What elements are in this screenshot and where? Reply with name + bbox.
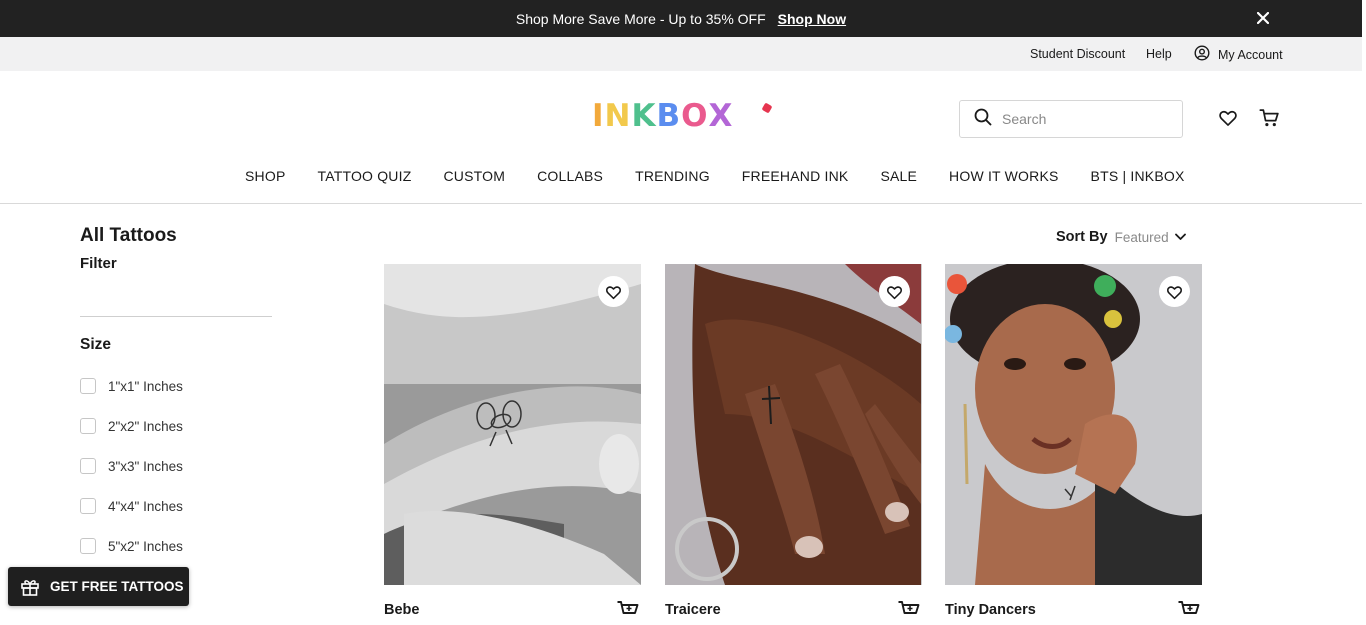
size-checkbox[interactable] bbox=[80, 538, 96, 554]
size-checkbox[interactable] bbox=[80, 378, 96, 394]
heart-icon[interactable] bbox=[879, 276, 910, 307]
nav-item-shop[interactable]: SHOP bbox=[245, 168, 285, 184]
logo-letter: B bbox=[656, 98, 682, 134]
product-image-tiny-dancers bbox=[945, 264, 1202, 585]
product-title[interactable]: Bebe bbox=[384, 602, 419, 618]
sort-by-label: Sort By bbox=[1056, 229, 1108, 245]
page-title: All Tattoos bbox=[80, 225, 177, 246]
product-image-bebe bbox=[384, 264, 641, 585]
nav-item-custom[interactable]: CUSTOM bbox=[443, 168, 505, 184]
add-to-cart-icon[interactable] bbox=[616, 600, 640, 620]
logo-letter: O bbox=[681, 98, 709, 134]
gift-icon bbox=[20, 577, 40, 597]
cart-icon[interactable] bbox=[1259, 108, 1281, 130]
product-image-traicere bbox=[665, 264, 921, 585]
size-option[interactable]: 4"x4" Inches bbox=[80, 498, 183, 514]
product-card[interactable] bbox=[384, 264, 641, 585]
logo-letter: X bbox=[708, 98, 734, 134]
add-to-cart-icon[interactable] bbox=[1177, 600, 1201, 620]
inkbox-logo[interactable]: INKBOX bbox=[592, 98, 773, 134]
my-account-link[interactable]: My Account bbox=[1194, 45, 1283, 64]
search-icon bbox=[974, 108, 992, 131]
promo-bar: Shop More Save More - Up to 35% OFF Shop… bbox=[0, 0, 1362, 37]
heart-icon[interactable] bbox=[1159, 276, 1190, 307]
search-input[interactable] bbox=[1002, 111, 1162, 127]
logo-dot bbox=[761, 102, 773, 114]
product-card[interactable] bbox=[665, 264, 922, 585]
get-free-tattoos-label: GET FREE TATTOOS bbox=[50, 579, 184, 594]
size-checkbox[interactable] bbox=[80, 418, 96, 434]
product-title[interactable]: Traicere bbox=[665, 602, 721, 618]
my-account-label: My Account bbox=[1218, 47, 1283, 62]
logo-letter: K bbox=[631, 98, 657, 134]
logo-letter: I bbox=[592, 98, 605, 134]
nav-item-collabs[interactable]: COLLABS bbox=[537, 168, 603, 184]
nav-item-trending[interactable]: TRENDING bbox=[635, 168, 710, 184]
promo-text: Shop More Save More - Up to 35% OFF bbox=[515, 10, 766, 27]
shop-now-link[interactable]: Shop Now bbox=[778, 11, 846, 27]
add-to-cart-icon[interactable] bbox=[897, 600, 921, 620]
help-link[interactable]: Help bbox=[1146, 47, 1172, 61]
chevron-down-icon bbox=[1174, 229, 1186, 245]
user-icon bbox=[1194, 45, 1210, 64]
nav-item-freehand-ink[interactable]: FREEHAND INK bbox=[742, 168, 849, 184]
sort-by-dropdown[interactable]: Sort By Featured bbox=[1056, 229, 1186, 245]
sort-by-value: Featured bbox=[1114, 229, 1169, 245]
nav-item-tattoo-quiz[interactable]: TATTOO QUIZ bbox=[317, 168, 411, 184]
filter-heading: Filter bbox=[80, 255, 117, 272]
size-option-label: 5"x2" Inches bbox=[108, 538, 183, 554]
site-header: INKBOX SHOP TATTOO QUIZ CUSTOM COLLABS TREND… bbox=[0, 71, 1362, 204]
size-heading: Size bbox=[80, 336, 112, 353]
logo-letter: N bbox=[604, 98, 632, 134]
search-box[interactable] bbox=[959, 100, 1183, 138]
size-option-label: 2"x2" Inches bbox=[108, 418, 183, 434]
filter-divider bbox=[80, 316, 272, 317]
size-checkbox[interactable] bbox=[80, 458, 96, 474]
size-option[interactable]: 3"x3" Inches bbox=[80, 458, 183, 474]
nav-item-how-it-works[interactable]: HOW IT WORKS bbox=[949, 168, 1058, 184]
size-option-label: 1"x1" Inches bbox=[108, 378, 183, 394]
size-option-label: 4"x4" Inches bbox=[108, 498, 183, 514]
close-icon[interactable] bbox=[1254, 9, 1272, 27]
heart-icon[interactable] bbox=[598, 276, 629, 307]
product-card[interactable] bbox=[945, 264, 1202, 585]
heart-icon[interactable] bbox=[1218, 108, 1240, 130]
get-free-tattoos-button[interactable]: GET FREE TATTOOS bbox=[8, 567, 189, 606]
utility-bar: Student Discount Help My Account bbox=[0, 37, 1362, 71]
size-checkbox[interactable] bbox=[80, 498, 96, 514]
size-option[interactable]: 5"x2" Inches bbox=[80, 538, 183, 554]
size-option[interactable]: 2"x2" Inches bbox=[80, 418, 183, 434]
size-option[interactable]: 1"x1" Inches bbox=[80, 378, 183, 394]
product-title[interactable]: Tiny Dancers bbox=[945, 602, 1036, 618]
nav-item-bts-inkbox[interactable]: BTS | INKBOX bbox=[1091, 168, 1185, 184]
student-discount-link[interactable]: Student Discount bbox=[1030, 47, 1125, 61]
size-option-label: 3"x3" Inches bbox=[108, 458, 183, 474]
nav-item-sale[interactable]: SALE bbox=[880, 168, 917, 184]
logo-text: INKBOX bbox=[592, 98, 733, 134]
